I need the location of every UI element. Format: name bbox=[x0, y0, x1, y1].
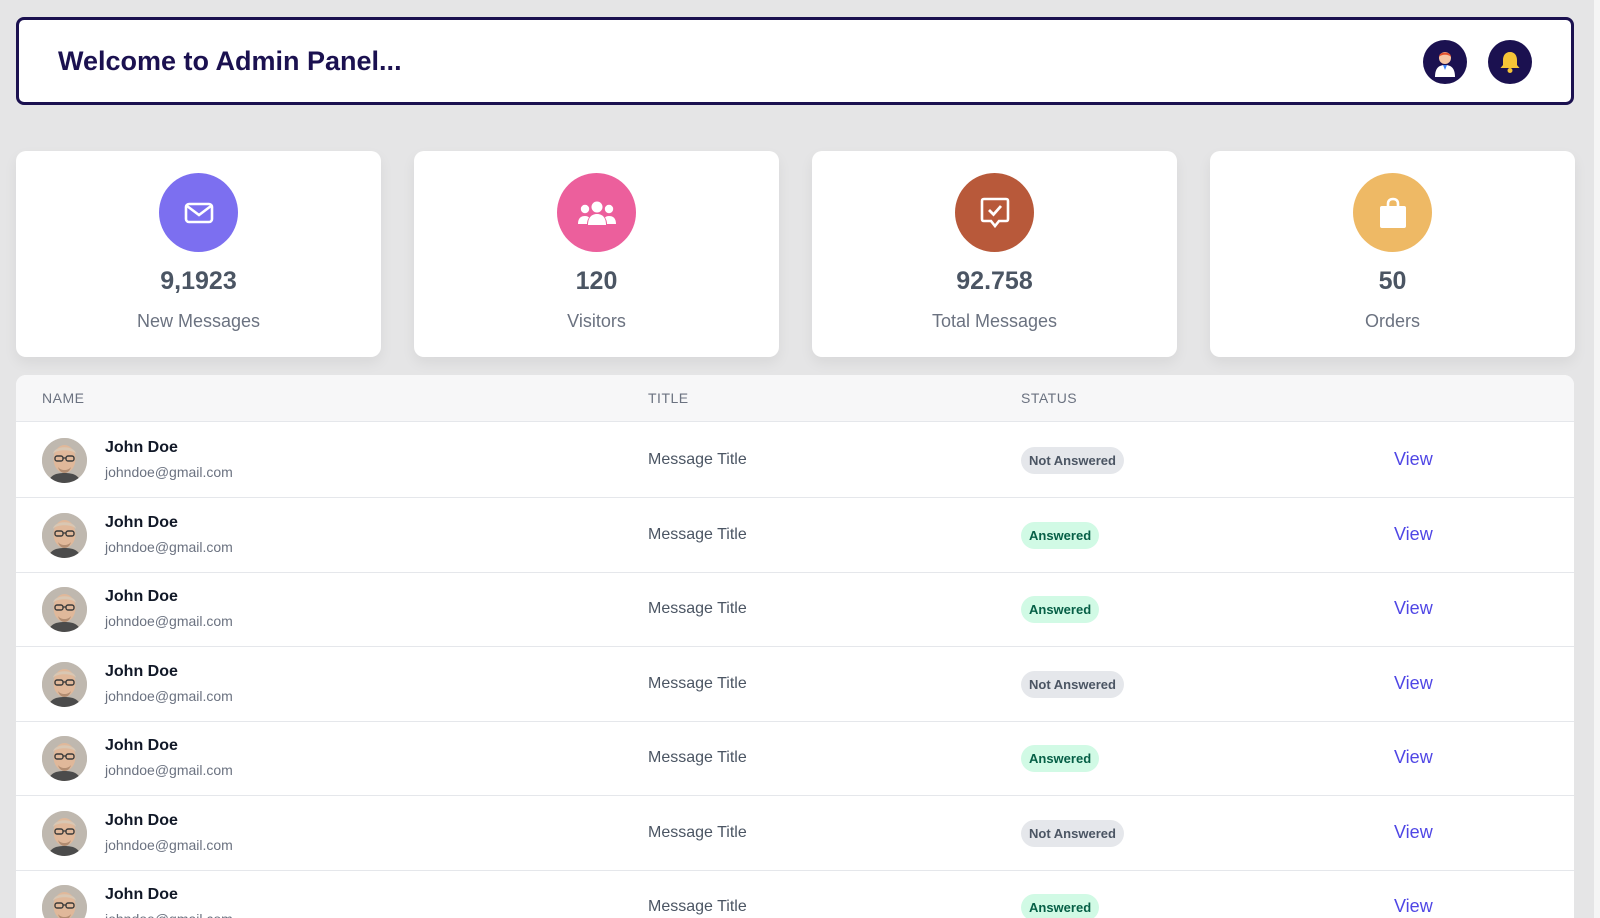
stat-icon-circle bbox=[557, 173, 636, 252]
user-name: John Doe bbox=[105, 588, 178, 605]
avatar bbox=[42, 736, 87, 781]
user-name: John Doe bbox=[105, 886, 178, 903]
user-name: John Doe bbox=[105, 513, 178, 531]
stats-cards: 9,1923 New Messages 120 Visitors 92.758 … bbox=[16, 151, 1575, 357]
stat-value: 9,1923 bbox=[160, 267, 237, 295]
stat-label: New Messages bbox=[136, 311, 261, 331]
notifications-button[interactable] bbox=[1488, 40, 1532, 84]
table-row: John Doe johndoe@gmail.com Message Title No… bbox=[16, 647, 1574, 722]
page-scrollbar[interactable] bbox=[1594, 0, 1600, 918]
stat-card-orders: 50 Orders bbox=[1210, 151, 1575, 357]
user-avatar-icon bbox=[1435, 52, 1455, 77]
message-title: Message Title bbox=[648, 749, 747, 766]
user-email: johndoe@gmail.com bbox=[105, 687, 233, 704]
status-badge: Not Answered bbox=[1021, 670, 1124, 698]
user-email: johndoe@gmail.com bbox=[105, 911, 233, 918]
view-link[interactable]: View bbox=[1394, 673, 1433, 694]
message-title: Message Title bbox=[648, 898, 747, 915]
messages-table: NAME TITLE STATUS John Doe johndoe@gmail.… bbox=[16, 375, 1574, 918]
status-badge: Answered bbox=[1021, 894, 1100, 918]
message-title: Message Title bbox=[648, 600, 747, 617]
table-row: John Doe johndoe@gmail.com Message Title An… bbox=[16, 498, 1574, 573]
stat-card-visitors: 120 Visitors bbox=[414, 151, 779, 357]
view-link[interactable]: View bbox=[1394, 822, 1433, 843]
table-header: NAME TITLE STATUS bbox=[16, 375, 1574, 422]
status-badge: Answered bbox=[1021, 596, 1100, 623]
user-email: johndoe@gmail.com bbox=[105, 836, 233, 853]
user-name: John Doe bbox=[105, 737, 178, 754]
stat-card-total-messages: 92.758 Total Messages bbox=[812, 151, 1177, 357]
avatar bbox=[42, 810, 87, 856]
stat-value: 120 bbox=[575, 267, 618, 295]
comment-check-icon bbox=[980, 197, 1009, 228]
avatar bbox=[42, 587, 87, 632]
view-link[interactable]: View bbox=[1394, 524, 1433, 545]
stat-label: Orders bbox=[1364, 311, 1420, 331]
table-row: John Doe johndoe@gmail.com Message Title An… bbox=[16, 870, 1574, 918]
view-link[interactable]: View bbox=[1394, 598, 1433, 619]
stat-icon-circle bbox=[1353, 173, 1432, 252]
stat-icon-circle bbox=[955, 173, 1034, 252]
user-email: johndoe@gmail.com bbox=[105, 464, 233, 480]
table-row: John Doe johndoe@gmail.com Message Title An… bbox=[16, 572, 1574, 647]
user-avatar-button[interactable] bbox=[1423, 40, 1467, 84]
stat-label: Visitors bbox=[567, 311, 626, 331]
status-badge: Answered bbox=[1021, 521, 1100, 549]
user-email: johndoe@gmail.com bbox=[105, 538, 233, 555]
message-title: Message Title bbox=[648, 525, 747, 543]
envelope-icon bbox=[184, 202, 213, 223]
status-badge: Answered bbox=[1021, 745, 1100, 772]
column-header-status: STATUS bbox=[1021, 390, 1078, 406]
page-title: Welcome to Admin Panel... bbox=[58, 46, 402, 76]
status-badge: Not Answered bbox=[1021, 447, 1124, 474]
view-link[interactable]: View bbox=[1394, 747, 1433, 768]
view-link[interactable]: View bbox=[1394, 449, 1433, 470]
stat-icon-circle bbox=[159, 173, 238, 252]
message-title: Message Title bbox=[648, 674, 747, 692]
avatar bbox=[42, 438, 87, 483]
user-email: johndoe@gmail.com bbox=[105, 613, 233, 629]
view-link[interactable]: View bbox=[1394, 896, 1433, 917]
user-name: John Doe bbox=[105, 811, 178, 829]
avatar bbox=[42, 885, 87, 918]
shopping-bag-icon bbox=[1379, 197, 1406, 228]
message-title: Message Title bbox=[648, 823, 747, 841]
message-title: Message Title bbox=[648, 451, 747, 468]
table-row: John Doe johndoe@gmail.com Message Title An… bbox=[16, 721, 1574, 796]
bell-icon bbox=[1500, 52, 1520, 73]
stat-card-new-messages: 9,1923 New Messages bbox=[16, 151, 381, 357]
status-badge: Not Answered bbox=[1021, 819, 1124, 847]
table-row: John Doe johndoe@gmail.com Message Title No… bbox=[16, 423, 1574, 498]
header-bar: Welcome to Admin Panel... bbox=[16, 17, 1574, 105]
user-name: John Doe bbox=[105, 439, 178, 456]
stat-value: 92.758 bbox=[956, 267, 1033, 295]
avatar bbox=[42, 661, 87, 707]
stat-label: Total Messages bbox=[931, 311, 1058, 331]
users-icon bbox=[577, 201, 616, 225]
column-header-title: TITLE bbox=[648, 390, 689, 406]
user-email: johndoe@gmail.com bbox=[105, 762, 233, 778]
stat-value: 50 bbox=[1378, 267, 1407, 295]
column-header-name: NAME bbox=[42, 390, 85, 406]
user-name: John Doe bbox=[105, 662, 178, 680]
avatar bbox=[42, 512, 87, 558]
table-row: John Doe johndoe@gmail.com Message Title No… bbox=[16, 796, 1574, 871]
